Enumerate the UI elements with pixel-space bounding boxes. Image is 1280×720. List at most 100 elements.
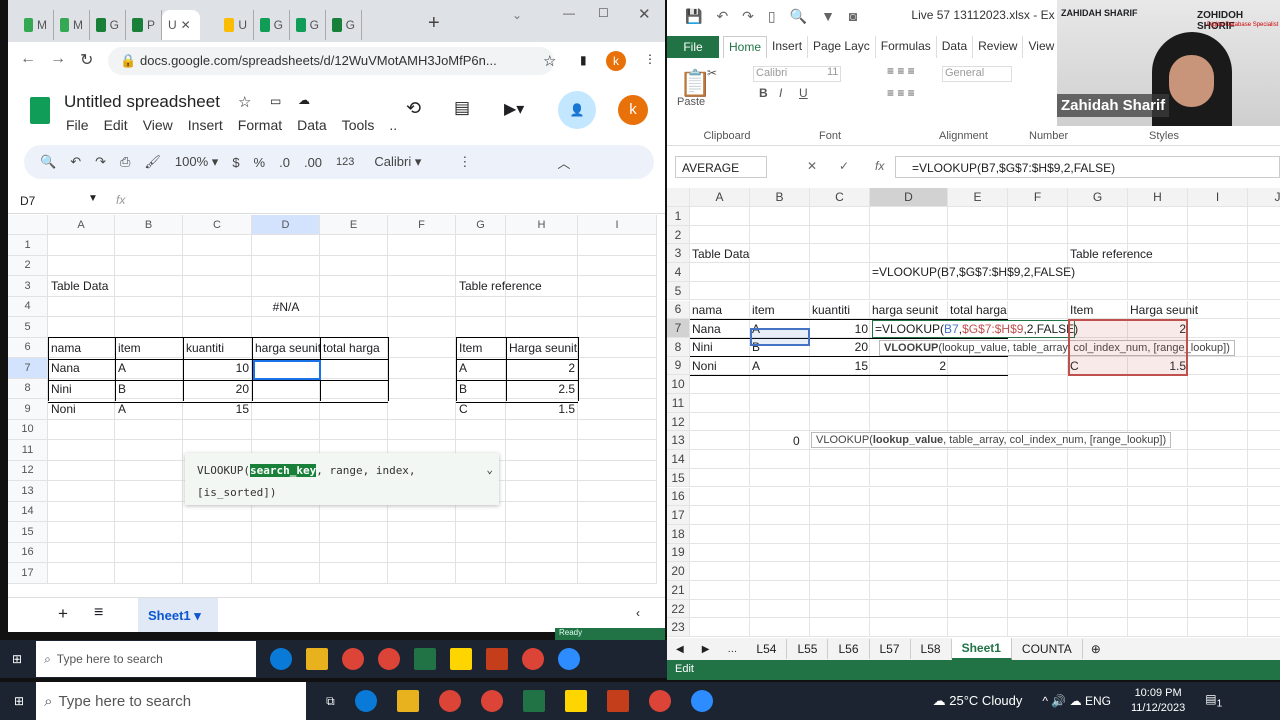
cell-D6[interactable]: harga seunit — [252, 338, 321, 359]
star-icon[interactable]: ☆ — [238, 93, 251, 111]
cell[interactable] — [690, 506, 750, 525]
cell[interactable] — [750, 543, 810, 563]
cell[interactable] — [810, 506, 870, 525]
cell[interactable] — [1188, 375, 1248, 394]
cell[interactable] — [810, 524, 870, 544]
cell[interactable] — [1008, 487, 1068, 507]
cell[interactable] — [1248, 319, 1280, 338]
cell[interactable] — [1248, 506, 1280, 525]
print-icon[interactable]: ⎙ — [120, 154, 130, 170]
undo-icon[interactable]: ↶ — [716, 8, 728, 34]
cell[interactable] — [1008, 506, 1068, 525]
ribbon-tab-view[interactable]: View — [1023, 36, 1061, 58]
cell[interactable] — [456, 563, 506, 584]
cell[interactable] — [870, 412, 948, 432]
scroll-right-icon[interactable]: ▶ — [693, 644, 719, 655]
cell-C8[interactable]: 20 — [810, 338, 870, 357]
cell-D6[interactable]: harga seunit — [870, 301, 948, 320]
cell[interactable] — [1188, 618, 1248, 638]
row-header-17[interactable]: 17 — [8, 563, 48, 584]
cell[interactable] — [456, 255, 506, 276]
cell[interactable] — [388, 276, 456, 297]
excel-grid[interactable]: A B C D E F G H I J 1 2 3 4 5 6 7 8 9 10 11 12 13 14 15 16 17 18 19 2… — [667, 188, 1280, 640]
cell[interactable] — [1248, 263, 1280, 282]
edge-icon[interactable] — [270, 648, 293, 670]
row-header-7[interactable]: 7 — [8, 358, 48, 379]
cell[interactable] — [1008, 450, 1068, 469]
editing-cell-d7[interactable]: =VLOOKUP(B7, $G$7:$H$9,2,FALSE) — [872, 320, 1078, 338]
cell-C9[interactable]: 15 — [810, 357, 870, 376]
cell[interactable] — [810, 225, 870, 245]
cell[interactable] — [690, 468, 750, 488]
cell[interactable] — [1188, 207, 1248, 226]
cell[interactable] — [320, 358, 388, 379]
cell[interactable] — [750, 263, 810, 282]
select-all-corner[interactable] — [667, 188, 690, 207]
filter-icon[interactable]: ▼ — [821, 8, 835, 34]
cell[interactable] — [578, 337, 657, 358]
cell[interactable] — [320, 522, 388, 543]
cell[interactable] — [456, 419, 506, 440]
row-header-8[interactable]: 8 — [8, 378, 48, 399]
menu-moremore[interactable]: .. — [389, 117, 397, 133]
save-icon[interactable]: 💾 — [685, 8, 702, 34]
cell[interactable] — [506, 501, 578, 522]
cell[interactable] — [870, 562, 948, 581]
cell-G3[interactable]: Table reference — [456, 276, 542, 297]
cell[interactable] — [1068, 281, 1128, 301]
cell[interactable] — [506, 481, 578, 502]
cell[interactable] — [1068, 394, 1128, 413]
row-header-22[interactable]: 22 — [667, 599, 690, 619]
menu-view[interactable]: View — [143, 117, 173, 133]
sheet-tab-l57[interactable]: L57 — [870, 639, 911, 659]
cell[interactable] — [252, 276, 320, 297]
sheet-tab-counta[interactable]: COUNTA — [1012, 639, 1083, 659]
row-header-14[interactable]: 14 — [8, 501, 48, 522]
close-button[interactable]: ✕ — [638, 5, 651, 23]
cut-icon[interactable]: ✂ — [707, 66, 717, 80]
row-header-12[interactable]: 12 — [8, 460, 48, 481]
side-panel-icon[interactable]: ▮ — [580, 53, 587, 67]
cell[interactable] — [1008, 581, 1068, 600]
cell[interactable] — [388, 317, 456, 338]
cell[interactable] — [1188, 450, 1248, 469]
cell[interactable] — [578, 255, 657, 276]
cell[interactable] — [1248, 244, 1280, 264]
cell[interactable] — [690, 562, 750, 581]
cell[interactable] — [388, 378, 456, 399]
column-header-C[interactable]: C — [810, 188, 870, 207]
cell[interactable] — [48, 296, 115, 317]
cell[interactable] — [252, 542, 320, 563]
cell[interactable] — [578, 460, 657, 481]
chevron-down-icon[interactable]: ⌄ — [486, 459, 493, 481]
cell[interactable] — [1248, 525, 1280, 544]
cell-A7[interactable]: Nana — [48, 358, 115, 379]
align-left-icon[interactable]: ≡ ≡ ≡ — [887, 86, 915, 100]
row-header-17[interactable]: 17 — [667, 506, 690, 525]
cell[interactable] — [115, 255, 183, 276]
cell[interactable] — [750, 225, 810, 245]
paste-button[interactable]: Paste — [677, 96, 705, 108]
browser-tab[interactable]: G — [254, 10, 290, 40]
cell[interactable] — [48, 317, 115, 338]
cell[interactable] — [750, 207, 810, 226]
cell[interactable] — [252, 522, 320, 543]
print-preview-icon[interactable]: 🔍 — [790, 8, 807, 34]
menu-file[interactable]: File — [66, 117, 89, 133]
cell[interactable] — [1128, 562, 1188, 581]
cell[interactable] — [750, 506, 810, 525]
bookmark-star-icon[interactable]: ☆ — [543, 52, 556, 70]
cell[interactable] — [1188, 468, 1248, 488]
excel-icon[interactable] — [414, 648, 437, 670]
zoom-select[interactable]: 100% ▾ — [175, 154, 218, 170]
cell[interactable] — [1128, 412, 1188, 432]
cell[interactable] — [388, 358, 456, 379]
account-avatar[interactable]: k — [618, 95, 648, 125]
cell[interactable] — [506, 235, 578, 256]
decrease-decimal-button[interactable]: .0 — [279, 155, 290, 170]
sheet-tab-l55[interactable]: L55 — [787, 639, 829, 659]
cell[interactable] — [1188, 431, 1248, 451]
cell-H8[interactable]: 2.5 — [506, 379, 578, 400]
column-header-A[interactable]: A — [690, 188, 750, 207]
column-header-I[interactable]: I — [1188, 188, 1248, 207]
